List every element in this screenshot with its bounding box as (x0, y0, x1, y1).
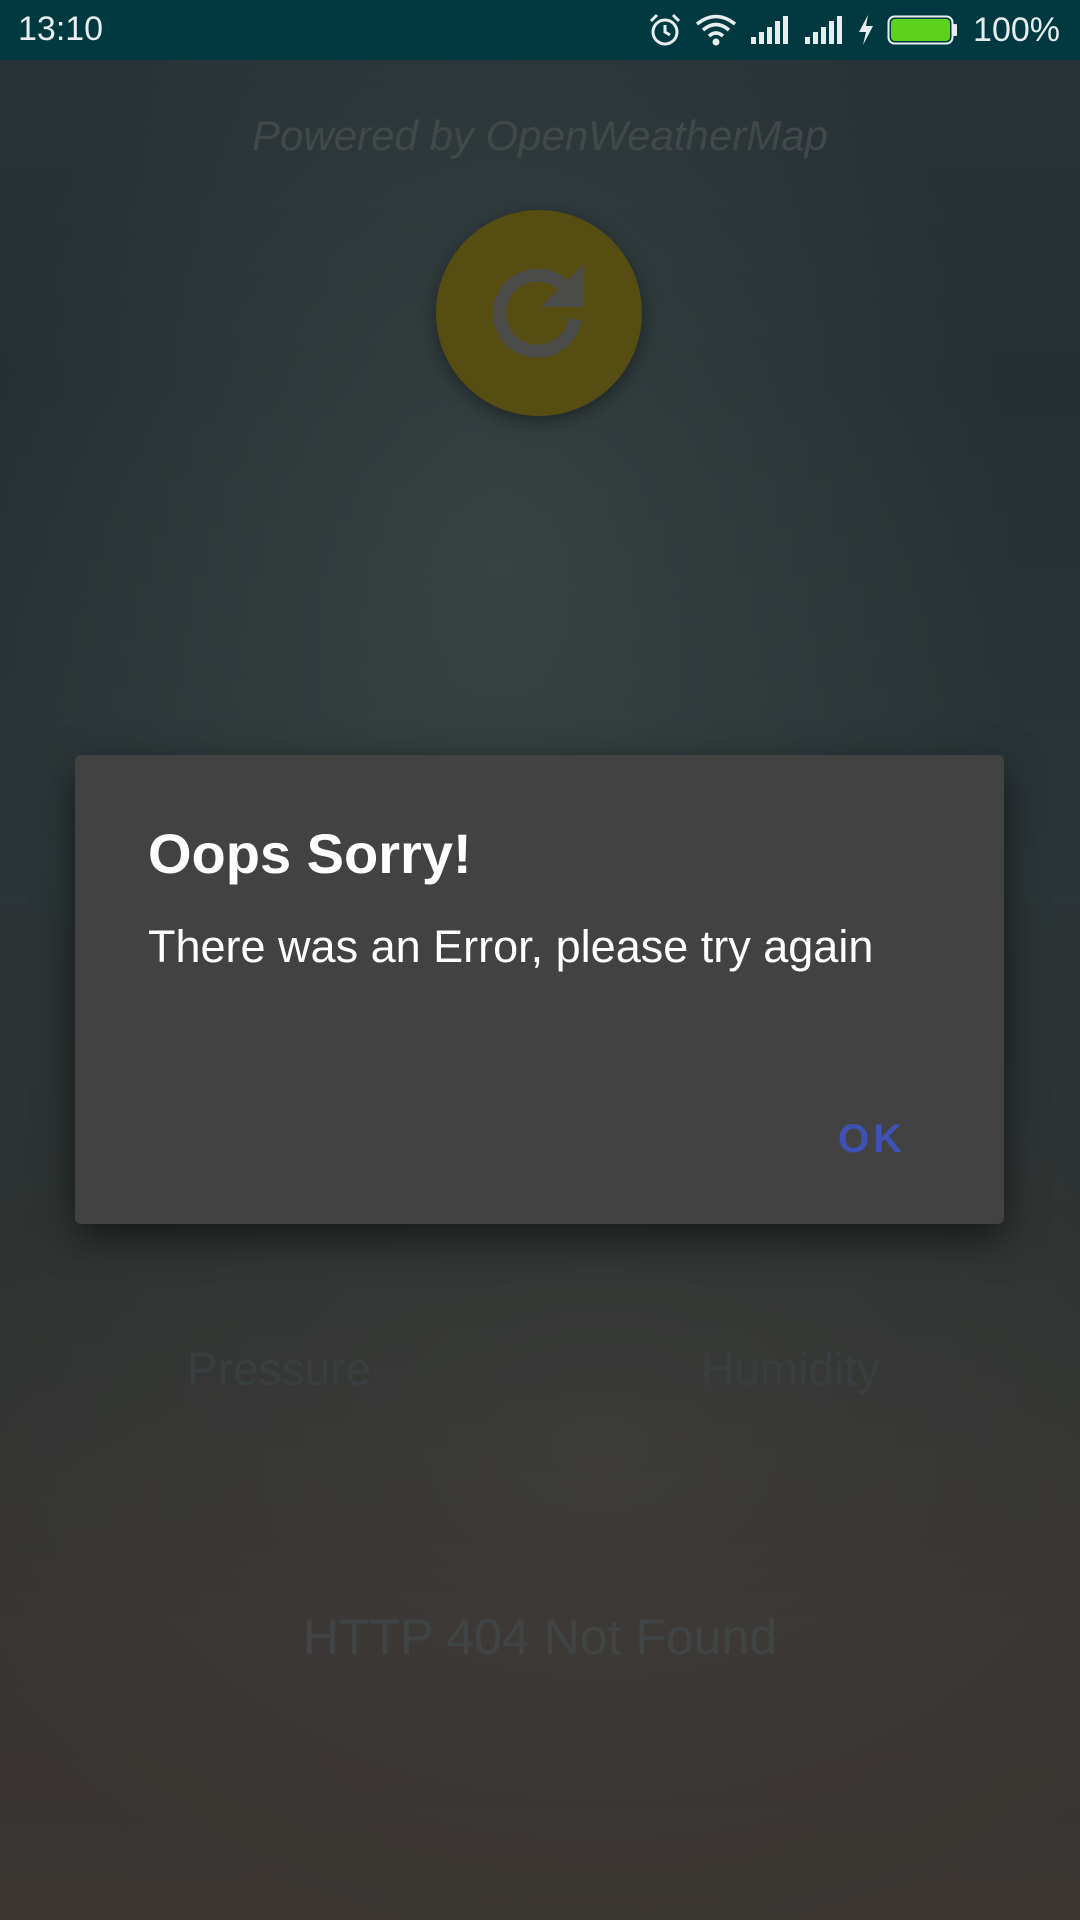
ok-button[interactable]: OK (838, 1117, 906, 1162)
signal-icon (805, 16, 843, 44)
status-icons: 100% (647, 8, 1060, 52)
error-dialog: Oops Sorry! There was an Error, please t… (75, 755, 1004, 1224)
battery-percent: 100% (973, 10, 1060, 49)
status-time: 13:10 (18, 10, 104, 48)
dialog-message: There was an Error, please try again (148, 921, 874, 972)
status-bar: 13:10 100% (0, 0, 1080, 60)
battery-icon (887, 15, 958, 45)
charging-icon (859, 15, 874, 45)
signal-icon (751, 16, 789, 44)
wifi-icon (695, 14, 737, 46)
dialog-title: Oops Sorry! (148, 822, 472, 885)
alarm-icon (649, 13, 681, 46)
